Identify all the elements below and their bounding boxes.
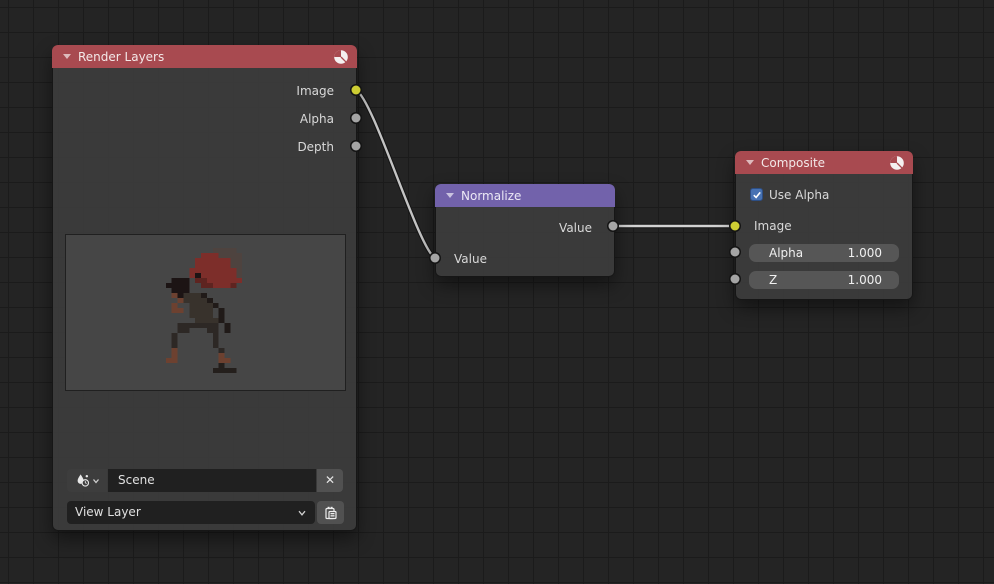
socket-composite-alpha-input[interactable]: [731, 248, 740, 257]
alpha-field-value: 1.000: [848, 246, 882, 260]
z-field-value: 1.000: [848, 273, 882, 287]
node-normalize[interactable]: Normalize Value Value: [435, 184, 615, 277]
input-label-value: Value: [454, 252, 487, 266]
output-label-alpha: Alpha: [300, 112, 334, 126]
output-label-value: Value: [559, 221, 592, 235]
scene-selector: Scene ✕: [67, 469, 343, 492]
socket-composite-z-input[interactable]: [731, 275, 740, 284]
input-label-image: Image: [754, 219, 792, 233]
socket-normalize-value-input[interactable]: [431, 254, 440, 263]
close-x-icon: ✕: [325, 473, 335, 487]
render-preview: [65, 234, 346, 391]
collapse-arrow-icon[interactable]: [746, 160, 754, 165]
output-label-image: Image: [296, 84, 334, 98]
alpha-field-label: Alpha: [769, 246, 848, 260]
render-layers-header[interactable]: Render Layers: [52, 45, 357, 68]
output-label-depth: Depth: [297, 140, 334, 154]
composite-header[interactable]: Composite: [735, 151, 913, 174]
node-render-layers[interactable]: Render Layers Image Alpha Depth: [52, 45, 357, 531]
collapse-arrow-icon[interactable]: [446, 193, 454, 198]
socket-composite-image-input[interactable]: [731, 222, 740, 231]
view-layer-dropdown[interactable]: View Layer: [67, 501, 315, 524]
node-editor-canvas[interactable]: { "editor": { "background": "#242424", "…: [0, 0, 994, 584]
alpha-value-field[interactable]: Alpha 1.000: [749, 244, 899, 262]
z-field-label: Z: [769, 273, 848, 287]
wire-image-to-normalize[interactable]: [356, 90, 435, 258]
node-title: Composite: [761, 156, 882, 170]
material-sphere-icon[interactable]: [889, 155, 905, 171]
checkmark-icon: [752, 190, 762, 200]
preview-character-pixel-art: [160, 248, 248, 378]
node-title: Normalize: [461, 189, 607, 203]
socket-render-layers-depth-output[interactable]: [352, 142, 361, 151]
socket-render-layers-image-output[interactable]: [352, 86, 361, 95]
use-alpha-checkbox[interactable]: [750, 188, 763, 201]
z-value-field[interactable]: Z 1.000: [749, 271, 899, 289]
unlink-scene-button[interactable]: ✕: [317, 469, 343, 492]
use-alpha-label[interactable]: Use Alpha: [769, 188, 829, 203]
render-layers-icon: [323, 505, 339, 521]
use-alpha-row: Use Alpha: [736, 188, 912, 203]
view-layer-row: View Layer: [67, 501, 344, 524]
scene-browse-button[interactable]: [67, 469, 107, 492]
socket-render-layers-alpha-output[interactable]: [352, 114, 361, 123]
material-sphere-icon[interactable]: [333, 49, 349, 65]
normalize-header[interactable]: Normalize: [435, 184, 615, 207]
wire-image-to-normalize-core[interactable]: [356, 90, 435, 258]
scene-name-field[interactable]: Scene: [108, 469, 316, 492]
view-layer-icon-button[interactable]: [317, 501, 344, 524]
node-composite[interactable]: Composite Use Alpha Image Alpha 1.000 Z …: [735, 151, 913, 300]
chevron-down-icon: [92, 477, 100, 485]
node-title: Render Layers: [78, 50, 326, 64]
socket-normalize-value-output[interactable]: [609, 222, 618, 231]
collapse-arrow-icon[interactable]: [63, 54, 71, 59]
chevron-down-icon: [297, 508, 307, 518]
scene-data-icon: [75, 473, 90, 488]
view-layer-value: View Layer: [75, 501, 297, 524]
